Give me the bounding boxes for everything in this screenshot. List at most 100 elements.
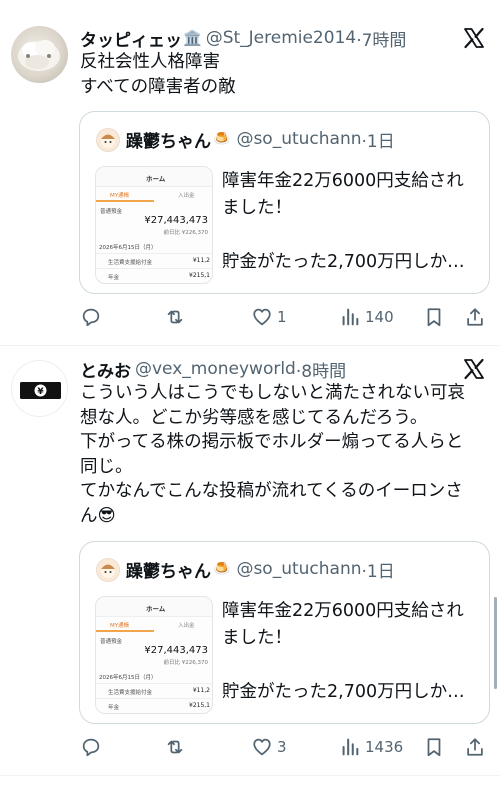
- yen-banknote-avatar-icon: ¥: [20, 382, 61, 399]
- thumb-row-value: ¥215,1: [189, 702, 210, 709]
- repost-button[interactable]: [164, 305, 190, 329]
- like-count: 3: [277, 738, 287, 756]
- quoted-text-line: [222, 652, 465, 679]
- quoted-handle: @so_utuchann: [236, 129, 362, 149]
- quoted-tweet[interactable]: 躁鬱ちゃん 🍮 @so_utuchann ·1日 ホーム MY通帳 入出金 普通…: [79, 111, 490, 294]
- quoted-avatar: [96, 558, 120, 582]
- thumb-tabs: MY通帳 入出金: [96, 619, 212, 632]
- heart-icon: [253, 738, 271, 756]
- character-avatar-icon: [101, 564, 115, 578]
- tweet-text: 反社会性人格障害 すべての障害者の敵: [80, 50, 236, 99]
- thumb-row: 年金 ¥215,1: [96, 268, 212, 282]
- quoted-text-line: 障害年金22万6000円支給され: [222, 601, 464, 621]
- thumb-row-label: 生活費支援給付金: [108, 690, 153, 696]
- tweet-text: こういう人はこうでもしないと満たされない可哀 想な人。どこか劣等感を感じてるんだ…: [80, 381, 465, 528]
- timestamp[interactable]: ·7時間: [356, 26, 406, 51]
- quoted-text-line: [222, 222, 465, 249]
- thumb-row: 生活費支援給付金 ¥11,2: [96, 253, 212, 267]
- quoted-handle: @so_utuchann: [236, 559, 362, 579]
- views-button[interactable]: 1436: [339, 735, 403, 759]
- bookmark-button[interactable]: [423, 305, 445, 329]
- display-name[interactable]: タッピィェッ: [80, 26, 182, 51]
- quoted-timestamp: ·1日: [361, 561, 395, 582]
- bookmark-button[interactable]: [423, 735, 445, 759]
- display-name[interactable]: とみお: [80, 357, 131, 382]
- views-button[interactable]: 140: [339, 305, 394, 329]
- share-button[interactable]: [464, 735, 486, 759]
- repost-button[interactable]: [164, 735, 190, 759]
- bar-chart-icon: [342, 308, 359, 326]
- thumb-balance: ¥27,443,473: [144, 645, 208, 656]
- thumb-row: 生活費支援給付金 ¥11,2: [96, 683, 212, 697]
- reply-button[interactable]: [80, 305, 106, 329]
- tweet[interactable]: ¥ とみお @vex_moneyworld ·8時間 こういう人はこうでもしない…: [0, 346, 500, 779]
- like-count: 1: [277, 308, 287, 326]
- thumb-tab-left: MY通帳: [110, 193, 130, 199]
- quoted-text-line: 障害年金22万6000円支給され: [222, 171, 464, 191]
- pudding-emoji: 🍮: [213, 131, 231, 147]
- quoted-image-thumbnail[interactable]: ホーム MY通帳 入出金 普通預金 ¥27,443,473 前日比 ¥226,3…: [95, 596, 213, 714]
- x-logo-icon[interactable]: [462, 357, 486, 381]
- bookmark-icon: [427, 738, 441, 757]
- thumb-tab-underline: [96, 630, 154, 632]
- building-emoji: 🏛️: [183, 29, 202, 47]
- share-button[interactable]: [464, 305, 486, 329]
- pudding-emoji: 🍮: [213, 561, 231, 577]
- share-upload-icon: [467, 738, 483, 756]
- repost-arrows-icon: [167, 310, 183, 324]
- thumb-row-label: 生活費支援給付金: [108, 260, 153, 266]
- like-button[interactable]: 1: [251, 305, 287, 329]
- quoted-display-name: 躁鬱ちゃん: [126, 131, 211, 152]
- bookmark-icon: [427, 308, 441, 327]
- user-handle[interactable]: @vex_moneyworld: [135, 359, 296, 379]
- reply-button[interactable]: [80, 735, 106, 759]
- cotton-blob-avatar-icon: [18, 40, 60, 71]
- thumb-tab-underline: [96, 200, 154, 202]
- thumb-balance-label: 普通預金: [100, 209, 123, 215]
- quoted-text-line: ました！: [222, 198, 292, 218]
- avatar[interactable]: ¥: [11, 360, 68, 417]
- quoted-tweet[interactable]: 躁鬱ちゃん 🍮 @so_utuchann ·1日 ホーム MY通帳 入出金 普通…: [79, 541, 490, 724]
- thumb-date: 2026年6月15日（月）: [99, 245, 157, 251]
- tweet-text-line: 想な人。どこか劣等感を感じてるんだろう。: [80, 407, 428, 428]
- quoted-header: 躁鬱ちゃん 🍮 @so_utuchann ·1日: [126, 556, 395, 582]
- quoted-text-line: ました！: [222, 628, 292, 648]
- thumb-row: 年金 ¥215,1: [96, 698, 212, 712]
- quoted-display-name: 躁鬱ちゃん: [126, 561, 211, 582]
- user-handle[interactable]: @St_Jeremie2014: [206, 28, 357, 48]
- thumb-header: ホーム: [146, 175, 166, 183]
- scrollbar-thumb[interactable]: [494, 597, 497, 689]
- thumb-tabs: MY通帳 入出金: [96, 189, 212, 202]
- speech-bubble-icon: [82, 738, 100, 757]
- quoted-timestamp: ·1日: [361, 131, 395, 152]
- quoted-avatar: [96, 128, 120, 152]
- like-button[interactable]: 3: [251, 735, 287, 759]
- avatar[interactable]: [11, 26, 68, 83]
- quoted-text: 障害年金22万6000円支給され ました！ 貯金がたった2,700万円しか…: [222, 598, 465, 706]
- tweet-text-line: ん😎: [80, 505, 116, 526]
- thumb-tab-right: 入出金: [178, 623, 195, 629]
- tweet-text-line: てかなんでこんな投稿が流れてくるのイーロンさ: [80, 481, 463, 501]
- tweet-header: とみお @vex_moneyworld ·8時間: [80, 357, 346, 382]
- thumb-date: 2026年6月15日（月）: [99, 675, 157, 681]
- thumb-row-value: ¥11,2: [192, 257, 210, 264]
- thumb-balance-label: 普通預金: [100, 639, 123, 645]
- x-logo-icon[interactable]: [462, 26, 486, 50]
- quoted-text-line: 貯金がたった2,700万円しか…: [222, 252, 465, 272]
- tweet-text-line: 下がってる株の掲示板でホルダー煽ってる人らと: [80, 432, 464, 452]
- character-avatar-icon: [101, 134, 115, 148]
- thumb-row-value: ¥11,2: [192, 687, 210, 694]
- quoted-header: 躁鬱ちゃん 🍮 @so_utuchann ·1日: [126, 126, 395, 152]
- quoted-text: 障害年金22万6000円支給され ました！ 貯金がたった2,700万円しか…: [222, 168, 465, 276]
- thumb-tab-right: 入出金: [178, 193, 195, 199]
- tweet-header: タッピィェッ 🏛️ @St_Jeremie2014 ·7時間: [80, 26, 406, 51]
- thumb-row-label: 年金: [108, 275, 120, 281]
- views-count: 1436: [365, 738, 404, 756]
- action-bar: 3 1436: [80, 735, 486, 759]
- timestamp[interactable]: ·8時間: [296, 357, 346, 382]
- quoted-image-thumbnail[interactable]: ホーム MY通帳 入出金 普通預金 ¥27,443,473 前日比 ¥226,3…: [95, 166, 213, 284]
- tweet-text-line: 同じ。: [80, 456, 133, 477]
- tweet[interactable]: タッピィェッ 🏛️ @St_Jeremie2014 ·7時間 反社会性人格障害 …: [0, 0, 500, 346]
- thumb-tab-left: MY通帳: [110, 623, 130, 629]
- thumb-change: 前日比 ¥226,370: [163, 230, 209, 236]
